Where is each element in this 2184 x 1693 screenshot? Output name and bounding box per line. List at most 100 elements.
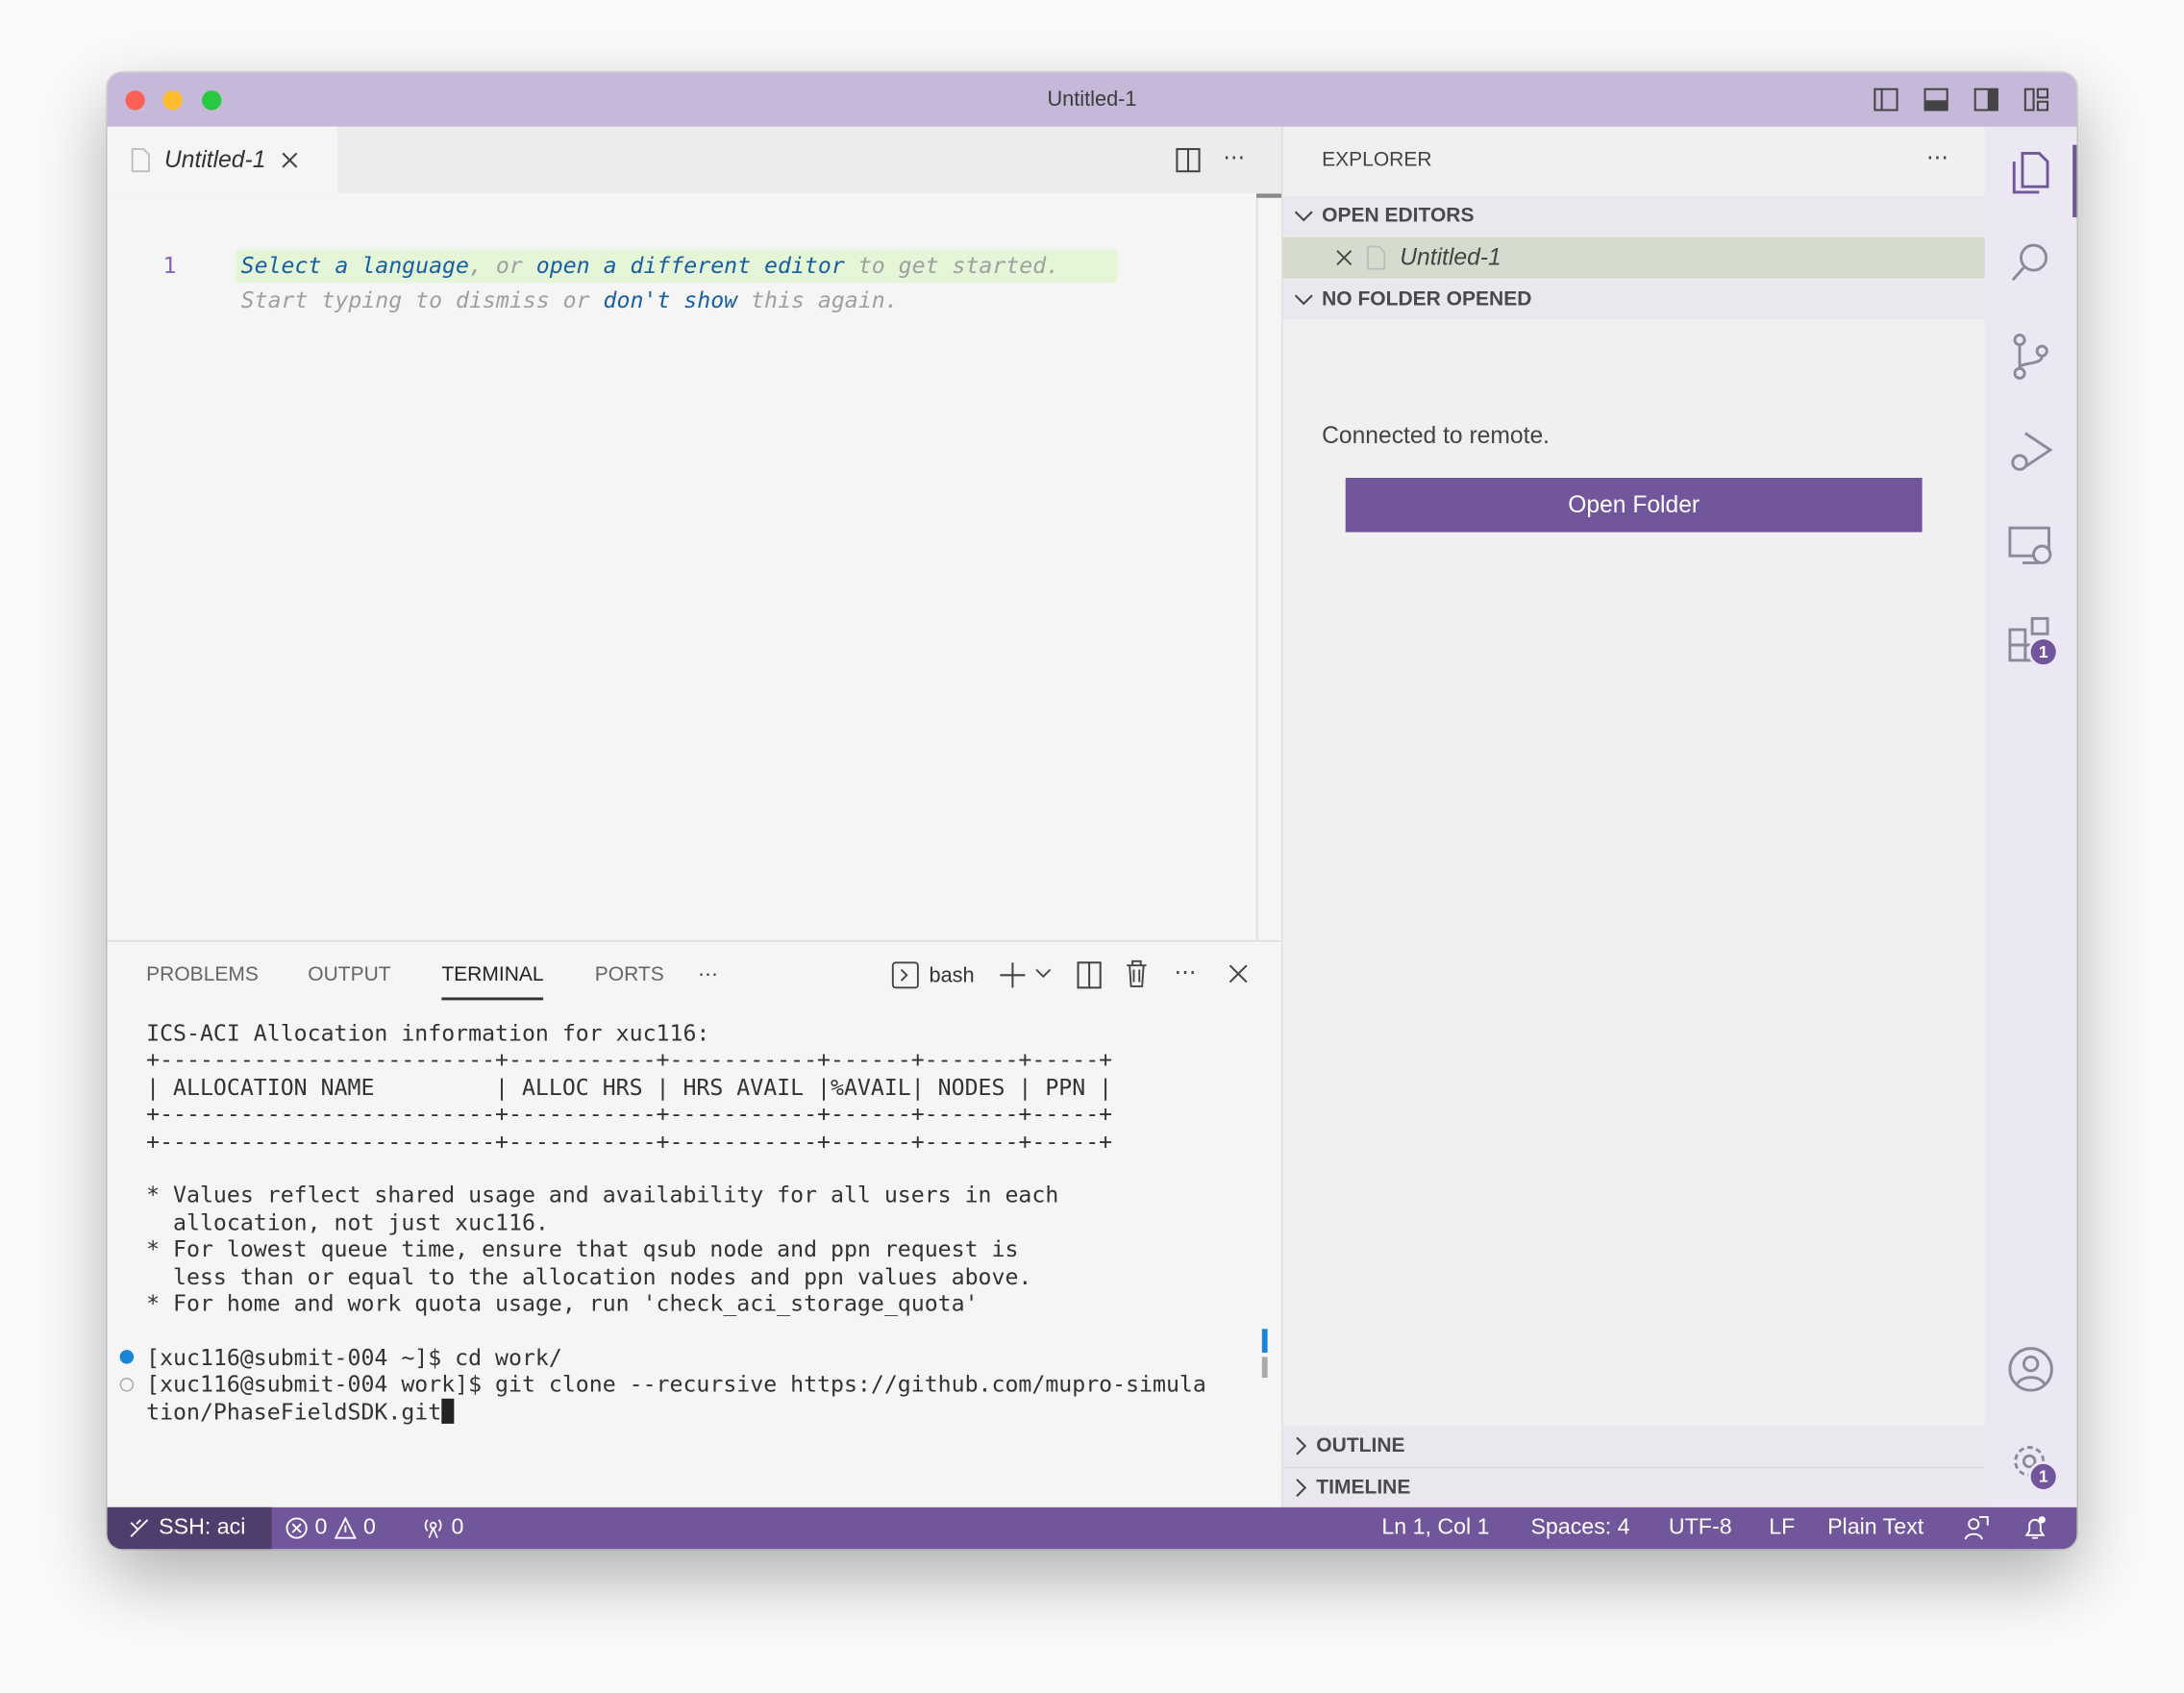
ports-count: 0 <box>451 1515 464 1540</box>
terminal-line: * For home and work quota usage, run 'ch… <box>146 1289 979 1317</box>
activity-bar: 1 1 <box>1984 126 2077 1507</box>
terminal-line: | ALLOCATION NAME | ALLOC HRS | HRS AVAI… <box>146 1073 1113 1101</box>
terminal-line-text: tion/PhaseFieldSDK.git <box>146 1398 442 1425</box>
terminal-output[interactable]: ICS-ACI Allocation information for xuc11… <box>108 1020 1282 1494</box>
active-indicator <box>2072 144 2077 218</box>
toggle-primary-sidebar-icon[interactable] <box>1874 87 1899 112</box>
feedback-icon[interactable] <box>1964 1516 1989 1541</box>
terminal-line: * For lowest queue time, ensure that qsu… <box>146 1235 1019 1263</box>
close-panel-icon[interactable] <box>1228 964 1248 983</box>
terminal-scrollbar-marker <box>1261 1329 1268 1353</box>
tab-output[interactable]: OUTPUT <box>308 964 390 986</box>
language-mode[interactable]: Plain Text <box>1827 1516 1923 1541</box>
terminal-line: less than or equal to the allocation nod… <box>146 1262 1032 1290</box>
editor-scrollbar[interactable] <box>1255 193 1258 941</box>
terminal-cursor <box>441 1398 455 1424</box>
notifications-bell-icon[interactable] <box>2023 1516 2048 1541</box>
cursor-position[interactable]: Ln 1, Col 1 <box>1381 1516 1489 1541</box>
connected-message: Connected to remote. <box>1322 422 1550 449</box>
terminal-line: +-------------------------+-----------+-… <box>146 1100 1113 1128</box>
terminal-line: tion/PhaseFieldSDK.git <box>146 1398 455 1425</box>
terminal-line: +-------------------------+-----------+-… <box>146 1128 1113 1155</box>
no-folder-section[interactable]: NO FOLDER OPENED <box>1282 280 1987 319</box>
explorer-sidebar: EXPLORER ⋯ OPEN EDITORS Untitled-1 NO FO… <box>1281 126 1987 1507</box>
remote-indicator[interactable]: SSH: aci <box>107 1506 272 1550</box>
close-tab-icon[interactable] <box>280 150 299 169</box>
tab-label: Untitled-1 <box>163 146 266 173</box>
chevron-down-icon <box>1294 211 1313 222</box>
more-actions-icon[interactable]: ⋯ <box>1223 143 1245 171</box>
terminal-scrollbar[interactable] <box>1261 1357 1268 1379</box>
select-language-link[interactable]: Select a language <box>241 252 469 279</box>
toggle-secondary-sidebar-icon[interactable] <box>1973 87 1998 112</box>
split-terminal-icon[interactable] <box>1077 961 1102 989</box>
accounts-icon[interactable] <box>2006 1344 2056 1394</box>
terminal-shell-selector[interactable]: bash <box>891 961 975 989</box>
remote-explorer-icon[interactable] <box>2006 521 2056 571</box>
source-control-icon[interactable] <box>2006 332 2056 382</box>
problems-indicator[interactable]: 0 0 <box>285 1516 376 1541</box>
indentation[interactable]: Spaces: 4 <box>1530 1516 1629 1541</box>
trash-icon[interactable] <box>1126 959 1148 987</box>
terminal-more-icon[interactable]: ⋯ <box>1175 959 1197 986</box>
error-count: 0 <box>314 1515 328 1540</box>
search-icon[interactable] <box>2006 238 2056 288</box>
editor-tab-bar: Untitled-1 ⋯ <box>107 126 1282 194</box>
section-title: TIMELINE <box>1316 1476 1411 1500</box>
ports-indicator[interactable]: 0 <box>422 1516 463 1541</box>
overview-ruler-marker <box>1255 193 1282 198</box>
terminal-line: [xuc116@submit-004 work]$ git clone --re… <box>146 1371 1206 1398</box>
extensions-badge: 1 <box>2027 636 2059 668</box>
terminal-line: ICS-ACI Allocation information for xuc11… <box>146 1019 710 1047</box>
run-debug-icon[interactable] <box>2006 426 2056 476</box>
outline-section[interactable]: OUTLINE <box>1282 1425 1987 1467</box>
command-success-decoration[interactable] <box>119 1350 135 1364</box>
explorer-title: EXPLORER <box>1322 149 1432 172</box>
error-icon <box>285 1517 308 1539</box>
terminal-line: * Values reflect shared usage and availa… <box>146 1182 1059 1208</box>
command-pending-decoration[interactable] <box>119 1378 135 1392</box>
encoding[interactable]: UTF-8 <box>1669 1516 1732 1541</box>
chevron-down-icon[interactable] <box>1035 967 1052 981</box>
terminal-line: +-------------------------+-----------+-… <box>146 1046 1113 1074</box>
explorer-icon[interactable] <box>2006 148 2056 198</box>
section-title: OPEN EDITORS <box>1322 205 1475 228</box>
panel-more-icon[interactable]: ⋯ <box>698 964 718 986</box>
section-title: NO FOLDER OPENED <box>1322 287 1532 311</box>
panel: PROBLEMS OUTPUT TERMINAL PORTS ⋯ bash ⋯ … <box>107 940 1282 1507</box>
editor-hint-line-1: Select a language, or open a different e… <box>241 249 1059 283</box>
chevron-right-icon <box>1296 1479 1307 1497</box>
timeline-section[interactable]: TIMELINE <box>1282 1466 1987 1507</box>
new-terminal-icon[interactable] <box>999 961 1027 989</box>
settings-badge: 1 <box>2027 1461 2059 1492</box>
customize-layout-icon[interactable] <box>2023 87 2049 112</box>
hint-text: this again. <box>737 286 899 314</box>
tab-ports[interactable]: PORTS <box>595 964 664 986</box>
section-title: OUTLINE <box>1316 1434 1405 1457</box>
tab-problems[interactable]: PROBLEMS <box>146 964 259 986</box>
close-editor-icon[interactable] <box>1336 249 1353 265</box>
file-icon <box>1367 245 1386 270</box>
terminal-line: allocation, not just xuc116. <box>146 1208 549 1235</box>
open-folder-button[interactable]: Open Folder <box>1345 478 1923 533</box>
editor-area[interactable]: Untitled-1 ⋯ 1 Select a language, or ope… <box>107 126 1282 941</box>
open-different-editor-link[interactable]: open a different editor <box>536 252 845 279</box>
terminal-line: [xuc116@submit-004 ~]$ cd work/ <box>146 1343 562 1371</box>
open-editor-item[interactable]: Untitled-1 <box>1282 237 1987 279</box>
end-of-line[interactable]: LF <box>1769 1516 1795 1541</box>
open-editors-section[interactable]: OPEN EDITORS <box>1282 196 1987 236</box>
warning-icon <box>334 1516 357 1539</box>
vscode-window: Untitled-1 Untitled-1 ⋯ 1 Select a langu… <box>107 72 2077 1550</box>
split-editor-icon[interactable] <box>1176 148 1201 173</box>
hint-text: to get started. <box>844 252 1060 279</box>
chevron-right-icon <box>1296 1436 1307 1456</box>
editor-hint-line-2: Start typing to dismiss or don't show th… <box>241 285 899 318</box>
tab-untitled-1[interactable]: Untitled-1 <box>107 126 337 194</box>
dont-show-link[interactable]: don't show <box>604 286 738 313</box>
explorer-more-icon[interactable]: ⋯ <box>1926 143 1948 171</box>
toggle-panel-icon[interactable] <box>1923 87 1948 112</box>
warning-count: 0 <box>363 1515 376 1540</box>
hint-text: , or <box>468 252 536 279</box>
file-icon <box>131 148 150 173</box>
tab-terminal[interactable]: TERMINAL <box>441 964 544 1001</box>
